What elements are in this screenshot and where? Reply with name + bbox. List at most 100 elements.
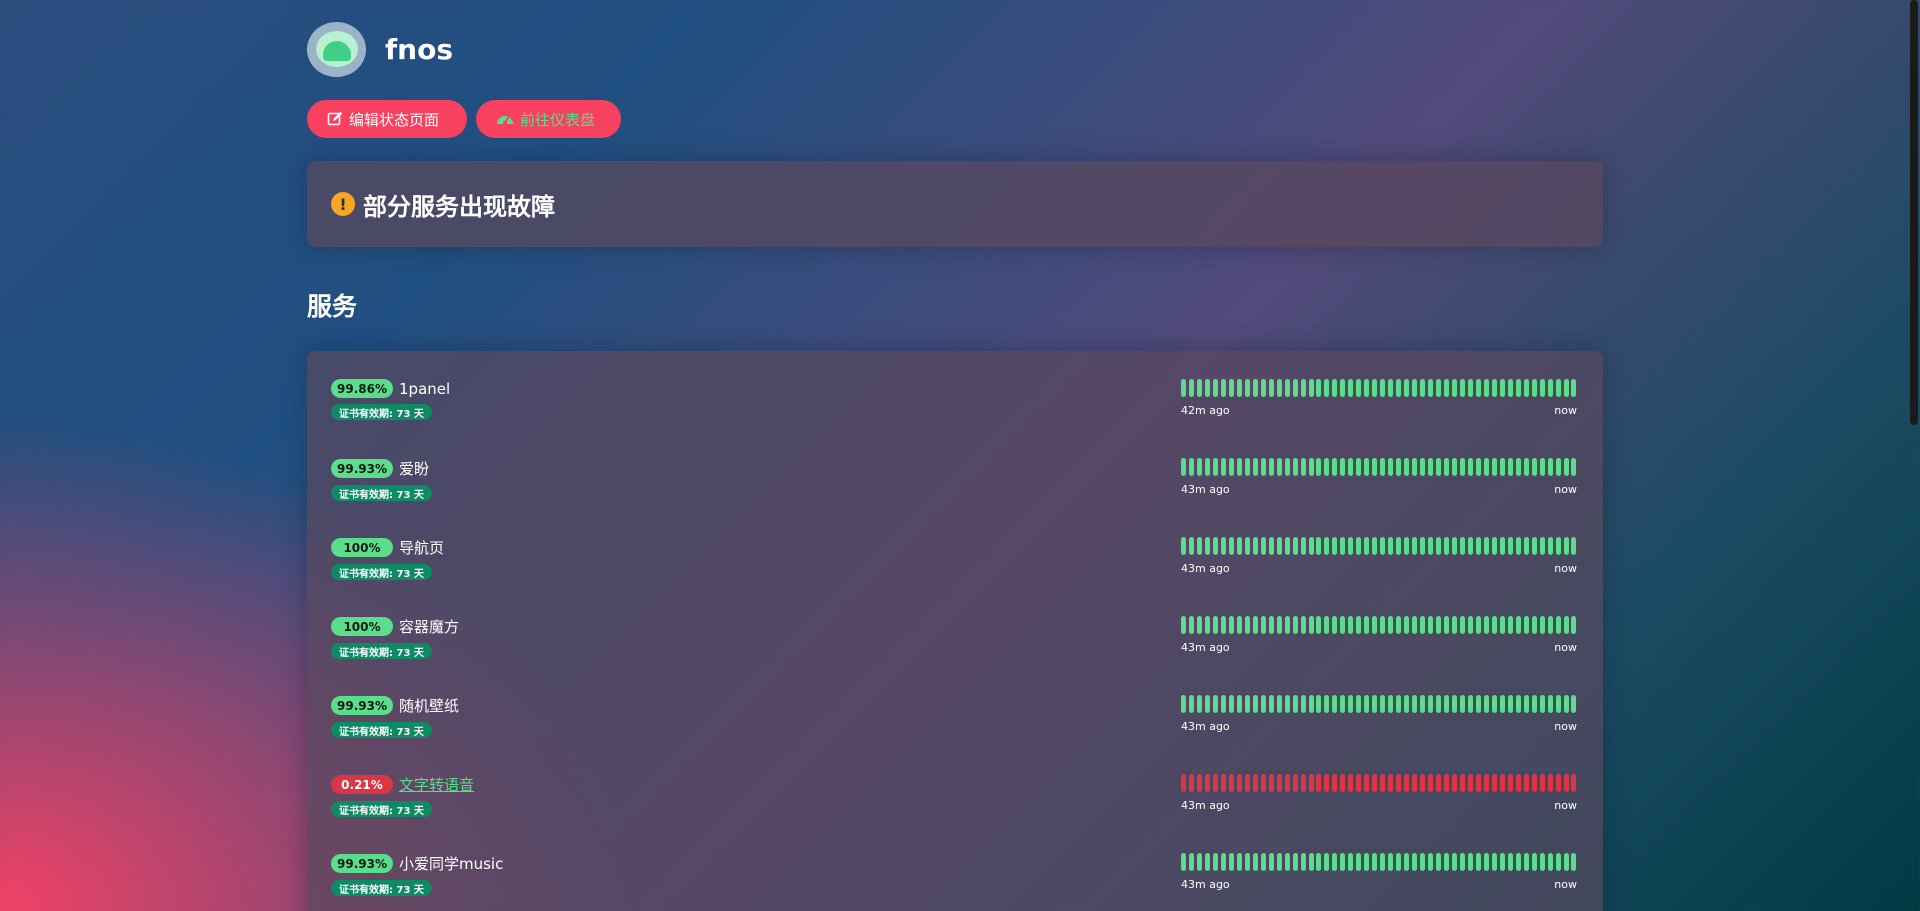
- heartbeat-beat[interactable]: [1276, 695, 1282, 713]
- heartbeat-beat[interactable]: [1268, 537, 1274, 555]
- heartbeat-beat[interactable]: [1212, 537, 1218, 555]
- heartbeat-beat[interactable]: [1443, 616, 1449, 634]
- heartbeat-beat[interactable]: [1515, 616, 1521, 634]
- heartbeat-beat[interactable]: [1539, 616, 1545, 634]
- heartbeat-beat[interactable]: [1571, 458, 1577, 476]
- heartbeat-beat[interactable]: [1204, 537, 1210, 555]
- heartbeat-beat[interactable]: [1316, 458, 1322, 476]
- heartbeat-beat[interactable]: [1459, 695, 1465, 713]
- heartbeat-beat[interactable]: [1348, 537, 1354, 555]
- heartbeat-beat[interactable]: [1531, 616, 1537, 634]
- heartbeat-beat[interactable]: [1428, 537, 1434, 555]
- heartbeat-beat[interactable]: [1244, 774, 1250, 792]
- heartbeat-beat[interactable]: [1459, 458, 1465, 476]
- heartbeat-beat[interactable]: [1515, 537, 1521, 555]
- heartbeat-beat[interactable]: [1451, 695, 1457, 713]
- heartbeat-beat[interactable]: [1531, 853, 1537, 871]
- heartbeat-beat[interactable]: [1388, 853, 1394, 871]
- heartbeat-beat[interactable]: [1555, 616, 1561, 634]
- heartbeat-beat[interactable]: [1181, 379, 1186, 397]
- heartbeat-beat[interactable]: [1244, 458, 1250, 476]
- heartbeat-beat[interactable]: [1436, 774, 1441, 792]
- heartbeat-beat[interactable]: [1284, 853, 1290, 871]
- heartbeat-beat[interactable]: [1428, 695, 1434, 713]
- heartbeat-beat[interactable]: [1547, 458, 1553, 476]
- heartbeat-beat[interactable]: [1499, 537, 1505, 555]
- heartbeat-beat[interactable]: [1451, 616, 1457, 634]
- heartbeat-beat[interactable]: [1443, 458, 1449, 476]
- heartbeat-beat[interactable]: [1244, 616, 1250, 634]
- heartbeat-beat[interactable]: [1308, 537, 1314, 555]
- heartbeat-beat[interactable]: [1268, 695, 1274, 713]
- heartbeat-beat[interactable]: [1236, 853, 1242, 871]
- heartbeat-beat[interactable]: [1563, 537, 1569, 555]
- heartbeat-beat[interactable]: [1507, 458, 1513, 476]
- heartbeat-beat[interactable]: [1404, 853, 1410, 871]
- heartbeat-beat[interactable]: [1451, 537, 1457, 555]
- heartbeat-beat[interactable]: [1196, 853, 1202, 871]
- heartbeat-beat[interactable]: [1188, 379, 1194, 397]
- heartbeat-beat[interactable]: [1428, 853, 1434, 871]
- heartbeat-beat[interactable]: [1412, 616, 1418, 634]
- heartbeat-beat[interactable]: [1396, 616, 1402, 634]
- heartbeat-beat[interactable]: [1300, 379, 1306, 397]
- heartbeat-beat[interactable]: [1563, 853, 1569, 871]
- heartbeat-beat[interactable]: [1451, 853, 1457, 871]
- heartbeat-beat[interactable]: [1268, 616, 1274, 634]
- heartbeat-beat[interactable]: [1515, 774, 1521, 792]
- heartbeat-beat[interactable]: [1412, 774, 1418, 792]
- heartbeat-beat[interactable]: [1483, 537, 1489, 555]
- heartbeat-beat[interactable]: [1467, 537, 1473, 555]
- heartbeat-beat[interactable]: [1300, 458, 1306, 476]
- heartbeat-beat[interactable]: [1356, 379, 1362, 397]
- heartbeat-beat[interactable]: [1459, 537, 1465, 555]
- heartbeat-beat[interactable]: [1356, 853, 1362, 871]
- heartbeat-beat[interactable]: [1515, 458, 1521, 476]
- heartbeat-beat[interactable]: [1276, 458, 1282, 476]
- heartbeat-beat[interactable]: [1228, 458, 1234, 476]
- heartbeat-beat[interactable]: [1451, 774, 1457, 792]
- heartbeat-beat[interactable]: [1396, 774, 1402, 792]
- heartbeat-beat[interactable]: [1372, 458, 1378, 476]
- heartbeat-beat[interactable]: [1228, 616, 1234, 634]
- heartbeat-beat[interactable]: [1563, 458, 1569, 476]
- heartbeat-beat[interactable]: [1404, 695, 1410, 713]
- heartbeat-beat[interactable]: [1332, 458, 1338, 476]
- heartbeat-beat[interactable]: [1388, 458, 1394, 476]
- heartbeat-beat[interactable]: [1563, 616, 1569, 634]
- heartbeat-beat[interactable]: [1236, 695, 1242, 713]
- heartbeat-beat[interactable]: [1228, 853, 1234, 871]
- heartbeat-beat[interactable]: [1348, 616, 1354, 634]
- heartbeat-beat[interactable]: [1555, 458, 1561, 476]
- heartbeat-beat[interactable]: [1276, 379, 1282, 397]
- heartbeat-beat[interactable]: [1284, 379, 1290, 397]
- heartbeat-beat[interactable]: [1324, 379, 1330, 397]
- heartbeat-beat[interactable]: [1507, 853, 1513, 871]
- heartbeat-beat[interactable]: [1563, 774, 1569, 792]
- heartbeat-beat[interactable]: [1348, 774, 1354, 792]
- heartbeat-beat[interactable]: [1204, 379, 1210, 397]
- heartbeat-beat[interactable]: [1252, 537, 1258, 555]
- heartbeat-beat[interactable]: [1212, 616, 1218, 634]
- heartbeat-beat[interactable]: [1268, 774, 1274, 792]
- heartbeat-beat[interactable]: [1507, 616, 1513, 634]
- heartbeat-beat[interactable]: [1324, 695, 1330, 713]
- heartbeat-beat[interactable]: [1204, 616, 1210, 634]
- heartbeat-beat[interactable]: [1181, 616, 1186, 634]
- heartbeat-beat[interactable]: [1547, 616, 1553, 634]
- heartbeat-beat[interactable]: [1555, 537, 1561, 555]
- heartbeat-beat[interactable]: [1459, 379, 1465, 397]
- heartbeat-beat[interactable]: [1332, 853, 1338, 871]
- heartbeat-beat[interactable]: [1443, 537, 1449, 555]
- heartbeat-beat[interactable]: [1308, 616, 1314, 634]
- heartbeat-beat[interactable]: [1420, 695, 1426, 713]
- heartbeat-beat[interactable]: [1491, 853, 1497, 871]
- heartbeat-beat[interactable]: [1340, 853, 1346, 871]
- heartbeat-beat[interactable]: [1555, 379, 1561, 397]
- heartbeat-beat[interactable]: [1436, 537, 1441, 555]
- heartbeat-beat[interactable]: [1428, 458, 1434, 476]
- heartbeat-beat[interactable]: [1443, 853, 1449, 871]
- heartbeat-beat[interactable]: [1300, 853, 1306, 871]
- heartbeat-beat[interactable]: [1412, 695, 1418, 713]
- heartbeat-beat[interactable]: [1491, 458, 1497, 476]
